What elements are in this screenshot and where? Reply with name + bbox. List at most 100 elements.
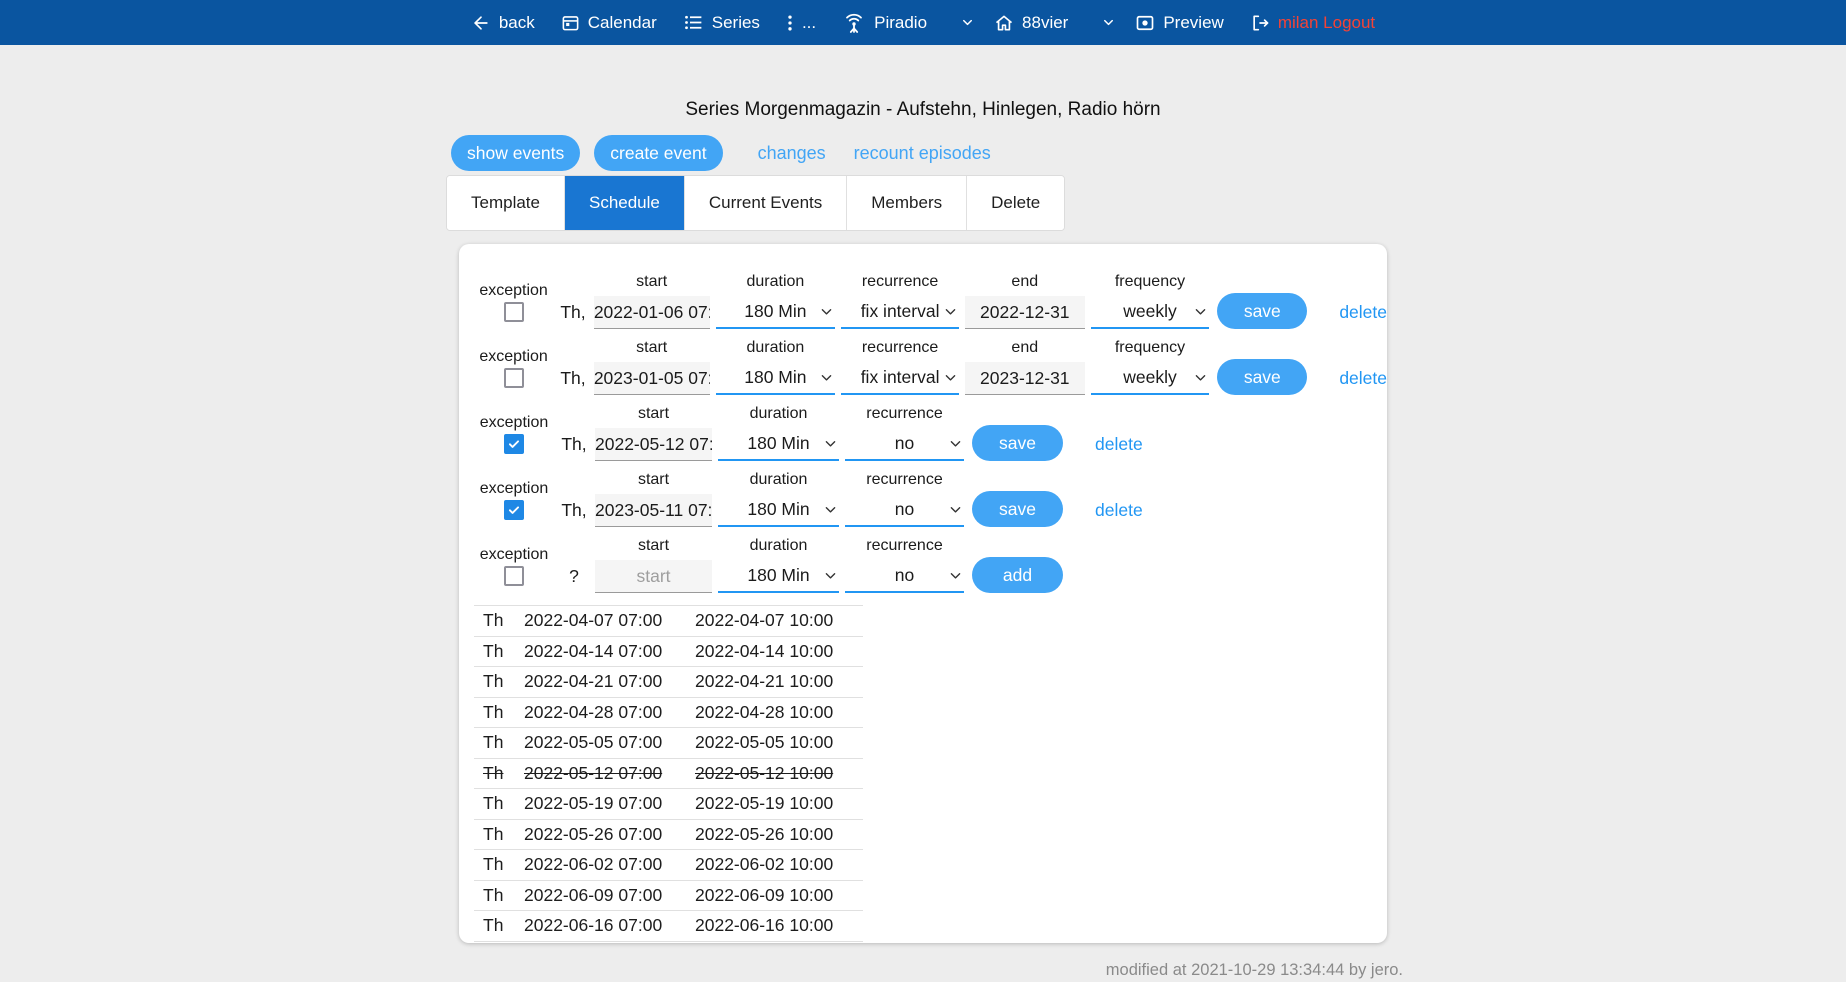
table-row: Th2022-05-26 07:002022-05-26 10:00 bbox=[474, 820, 863, 851]
event-day: Th bbox=[474, 915, 524, 936]
duration-select[interactable]: 180 Min bbox=[718, 560, 839, 593]
back-arrow-icon bbox=[471, 13, 491, 33]
calendar-icon bbox=[561, 13, 580, 32]
event-day: Th bbox=[474, 610, 524, 631]
changes-link[interactable]: changes bbox=[758, 143, 826, 164]
end-label: end bbox=[1011, 273, 1038, 293]
nav-channel-label: 88vier bbox=[1022, 13, 1068, 33]
recurrence-label: recurrence bbox=[866, 405, 942, 425]
start-label: start bbox=[638, 537, 669, 557]
duration-label: duration bbox=[750, 537, 808, 557]
duration-select[interactable]: 180 Min bbox=[716, 296, 836, 329]
table-row: Th2022-04-21 07:002022-04-21 10:00 bbox=[474, 667, 863, 698]
save-button[interactable]: save bbox=[972, 491, 1063, 527]
recurrence-select[interactable]: fix interval bbox=[841, 362, 959, 395]
table-row: Th2022-04-07 07:002022-04-07 10:00 bbox=[474, 606, 863, 637]
recount-episodes-link[interactable]: recount episodes bbox=[854, 143, 991, 164]
event-end: 2022-06-16 10:00 bbox=[695, 915, 863, 936]
duration-select[interactable]: 180 Min bbox=[718, 428, 839, 461]
exception-checkbox[interactable] bbox=[504, 566, 524, 586]
recurrence-label: recurrence bbox=[862, 339, 938, 359]
event-day: Th bbox=[474, 671, 524, 692]
tab-current-events[interactable]: Current Events bbox=[685, 176, 847, 230]
recurrence-select[interactable]: fix interval bbox=[841, 296, 959, 329]
series-tabs: Template Schedule Current Events Members… bbox=[446, 175, 1065, 231]
start-input[interactable] bbox=[594, 296, 710, 329]
tab-template[interactable]: Template bbox=[447, 176, 565, 230]
nav-calendar[interactable]: Calendar bbox=[561, 13, 657, 33]
frequency-label: frequency bbox=[1115, 273, 1185, 293]
event-start: 2022-05-19 07:00 bbox=[524, 793, 695, 814]
nav-back-label: back bbox=[499, 13, 535, 33]
frequency-select[interactable]: weekly bbox=[1091, 296, 1210, 329]
nav-back[interactable]: back bbox=[471, 13, 535, 33]
nav-preview[interactable]: Preview bbox=[1135, 13, 1223, 33]
start-label: start bbox=[638, 471, 669, 491]
nav-station[interactable]: Piradio bbox=[842, 11, 927, 35]
frequency-select[interactable]: weekly bbox=[1091, 362, 1210, 395]
check-icon bbox=[507, 503, 521, 517]
duration-label: duration bbox=[750, 471, 808, 491]
delete-link[interactable]: delete bbox=[1339, 361, 1387, 395]
duration-select[interactable]: 180 Min bbox=[716, 362, 836, 395]
event-start: 2022-05-26 07:00 bbox=[524, 824, 695, 845]
save-button[interactable]: save bbox=[1217, 293, 1307, 329]
tab-members[interactable]: Members bbox=[847, 176, 967, 230]
exception-checkbox[interactable] bbox=[504, 302, 524, 322]
schedule-row: exception Th, start duration 180 Min rec… bbox=[475, 339, 1387, 395]
end-input[interactable] bbox=[965, 362, 1085, 395]
save-button[interactable]: save bbox=[972, 425, 1063, 461]
add-button[interactable]: add bbox=[972, 557, 1063, 593]
chevron-down-icon bbox=[825, 440, 836, 448]
tab-delete[interactable]: Delete bbox=[967, 176, 1064, 230]
show-events-button[interactable]: show events bbox=[451, 135, 580, 171]
start-input[interactable] bbox=[595, 494, 712, 527]
exception-label: exception bbox=[480, 546, 549, 566]
recurrence-select[interactable]: no bbox=[845, 428, 964, 461]
delete-link[interactable]: delete bbox=[1095, 493, 1143, 527]
nav-logout[interactable]: milan Logout bbox=[1250, 13, 1375, 33]
exception-checkbox[interactable] bbox=[504, 500, 524, 520]
start-input[interactable] bbox=[594, 362, 710, 395]
delete-link[interactable]: delete bbox=[1339, 295, 1387, 329]
end-input[interactable] bbox=[965, 296, 1085, 329]
create-event-button[interactable]: create event bbox=[594, 135, 722, 171]
start-input[interactable] bbox=[595, 560, 712, 593]
event-start: 2022-06-16 07:00 bbox=[524, 915, 695, 936]
nav-more[interactable]: ... bbox=[786, 13, 816, 33]
save-button[interactable]: save bbox=[1217, 359, 1307, 395]
event-day: Th bbox=[474, 885, 524, 906]
logout-icon bbox=[1250, 13, 1270, 33]
start-label: start bbox=[636, 273, 667, 293]
event-end: 2022-04-21 10:00 bbox=[695, 671, 863, 692]
nav-station-label: Piradio bbox=[874, 13, 927, 33]
chevron-down-icon bbox=[1195, 374, 1206, 382]
events-table: Th2022-04-07 07:002022-04-07 10:00Th2022… bbox=[474, 605, 863, 942]
exception-checkbox[interactable] bbox=[504, 368, 524, 388]
tab-schedule[interactable]: Schedule bbox=[565, 176, 685, 230]
delete-link[interactable]: delete bbox=[1095, 427, 1143, 461]
day-label: Th, bbox=[560, 361, 585, 395]
duration-label: duration bbox=[750, 405, 808, 425]
event-end: 2022-05-26 10:00 bbox=[695, 824, 863, 845]
chevron-down-icon bbox=[945, 374, 956, 382]
nav-channel[interactable]: 88vier bbox=[994, 13, 1068, 33]
table-row: Th2022-04-14 07:002022-04-14 10:00 bbox=[474, 637, 863, 668]
event-day: Th bbox=[474, 824, 524, 845]
duration-label: duration bbox=[746, 339, 804, 359]
schedule-row: exception Th, start duration 180 Min rec… bbox=[475, 405, 1387, 461]
recurrence-select[interactable]: no bbox=[845, 494, 964, 527]
duration-select[interactable]: 180 Min bbox=[718, 494, 839, 527]
event-start: 2022-04-28 07:00 bbox=[524, 702, 695, 723]
event-day: Th bbox=[474, 641, 524, 662]
day-label: ? bbox=[569, 559, 579, 593]
day-label: Th, bbox=[561, 493, 586, 527]
nav-series[interactable]: Series bbox=[683, 12, 760, 33]
chevron-down-icon[interactable] bbox=[1101, 15, 1116, 30]
start-input[interactable] bbox=[595, 428, 712, 461]
schedule-row: exception Th, start duration 180 Min rec… bbox=[475, 273, 1387, 329]
exception-checkbox[interactable] bbox=[504, 434, 524, 454]
recurrence-select[interactable]: no bbox=[845, 560, 964, 593]
chevron-down-icon[interactable] bbox=[960, 15, 975, 30]
event-end: 2022-04-14 10:00 bbox=[695, 641, 863, 662]
